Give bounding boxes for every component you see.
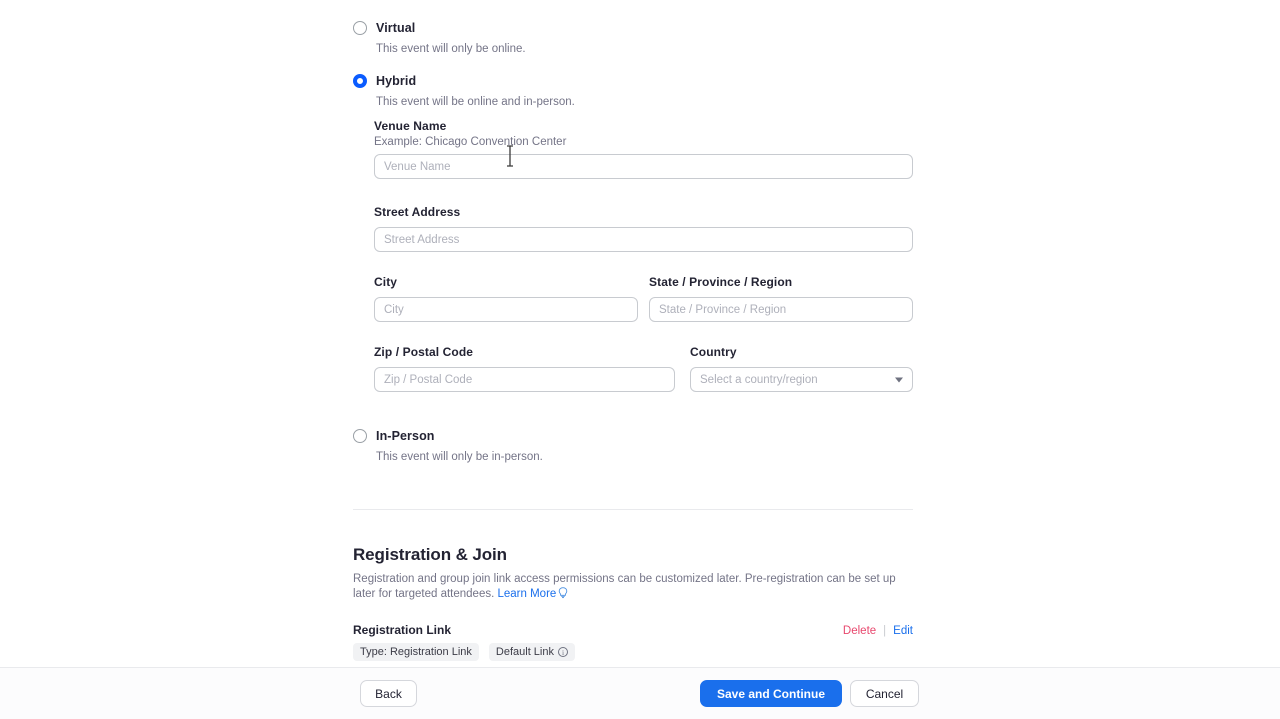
city-field-group: City <box>374 275 638 322</box>
event-type-option-hybrid[interactable]: Hybrid This event will be online and in-… <box>353 71 913 108</box>
radio-description-in-person: This event will only be in-person. <box>376 451 543 463</box>
radio-row-in-person[interactable]: In-Person <box>353 426 913 446</box>
back-button[interactable]: Back <box>360 680 417 707</box>
save-and-continue-button[interactable]: Save and Continue <box>700 680 842 707</box>
badge-link-type: Type: Registration Link <box>353 643 479 661</box>
zip-country-row: Zip / Postal Code Country Select a count… <box>374 345 913 392</box>
badge-default-link-label: Default Link <box>495 646 554 658</box>
zip-label: Zip / Postal Code <box>374 345 474 359</box>
venue-name-input[interactable] <box>374 154 913 179</box>
registration-link-actions: Delete | Edit <box>843 625 913 637</box>
venue-name-label: Venue Name <box>374 119 447 133</box>
country-field-group: Country Select a country/region <box>690 345 913 392</box>
radio-description-virtual: This event will only be online. <box>376 43 526 55</box>
radio-row-virtual[interactable]: Virtual <box>353 18 913 38</box>
registration-link-title: Registration Link <box>353 623 452 637</box>
event-venue-settings-page: Virtual This event will only be online. … <box>0 0 1280 719</box>
chevron-down-icon <box>895 377 903 382</box>
city-state-row: City State / Province / Region <box>374 275 913 322</box>
state-input[interactable] <box>649 297 913 322</box>
edit-link[interactable]: Edit <box>893 625 913 637</box>
event-type-option-in-person[interactable]: In-Person This event will only be in-per… <box>353 426 913 463</box>
section-divider <box>353 509 913 510</box>
country-label: Country <box>690 345 737 359</box>
zip-field-group: Zip / Postal Code <box>374 345 675 392</box>
venue-name-hint: Example: Chicago Convention Center <box>374 136 567 148</box>
registration-and-join-section: Registration & Join Registration and gro… <box>353 545 913 667</box>
radio-label-in-person: In-Person <box>376 429 435 443</box>
state-field-group: State / Province / Region <box>649 275 913 322</box>
city-input[interactable] <box>374 297 638 322</box>
learn-more-link[interactable]: Learn More <box>497 588 556 600</box>
zip-input[interactable] <box>374 367 675 392</box>
street-address-label: Street Address <box>374 205 461 219</box>
radio-label-virtual: Virtual <box>376 21 416 35</box>
radio-virtual-icon[interactable] <box>353 21 367 35</box>
registration-link-header: Registration Link Delete | Edit <box>353 623 913 637</box>
city-label: City <box>374 275 398 289</box>
radio-in-person-icon[interactable] <box>353 429 367 443</box>
radio-row-hybrid[interactable]: Hybrid <box>353 71 913 91</box>
country-select[interactable]: Select a country/region <box>690 367 913 392</box>
radio-label-hybrid: Hybrid <box>376 74 417 88</box>
page-title: Registration & Join <box>353 545 507 564</box>
cancel-button[interactable]: Cancel <box>850 680 919 707</box>
registration-description-text: Registration and group join link access … <box>353 573 896 600</box>
lightbulb-icon <box>558 587 568 604</box>
street-address-input[interactable] <box>374 227 913 252</box>
radio-hybrid-icon[interactable] <box>353 74 367 88</box>
radio-description-hybrid: This event will be online and in-person. <box>376 96 575 108</box>
venue-name-field-group: Venue Name Example: Chicago Convention C… <box>374 119 913 179</box>
registration-description: Registration and group join link access … <box>353 572 909 604</box>
state-label: State / Province / Region <box>649 275 793 289</box>
registration-link-badges: Type: Registration Link Default Link i <box>353 643 913 661</box>
info-icon[interactable]: i <box>557 647 568 657</box>
footer-action-bar: Back Save and Continue Cancel <box>0 667 1280 719</box>
country-select-value[interactable]: Select a country/region <box>690 367 913 392</box>
action-separator: | <box>883 625 887 637</box>
badge-link-type-label: Type: Registration Link <box>360 646 472 658</box>
form-scroll-area[interactable]: Virtual This event will only be online. … <box>0 0 1280 667</box>
delete-link[interactable]: Delete <box>843 625 876 637</box>
street-address-field-group: Street Address <box>374 205 913 252</box>
event-type-option-virtual[interactable]: Virtual This event will only be online. <box>353 18 913 55</box>
badge-default-link: Default Link i <box>488 643 575 661</box>
